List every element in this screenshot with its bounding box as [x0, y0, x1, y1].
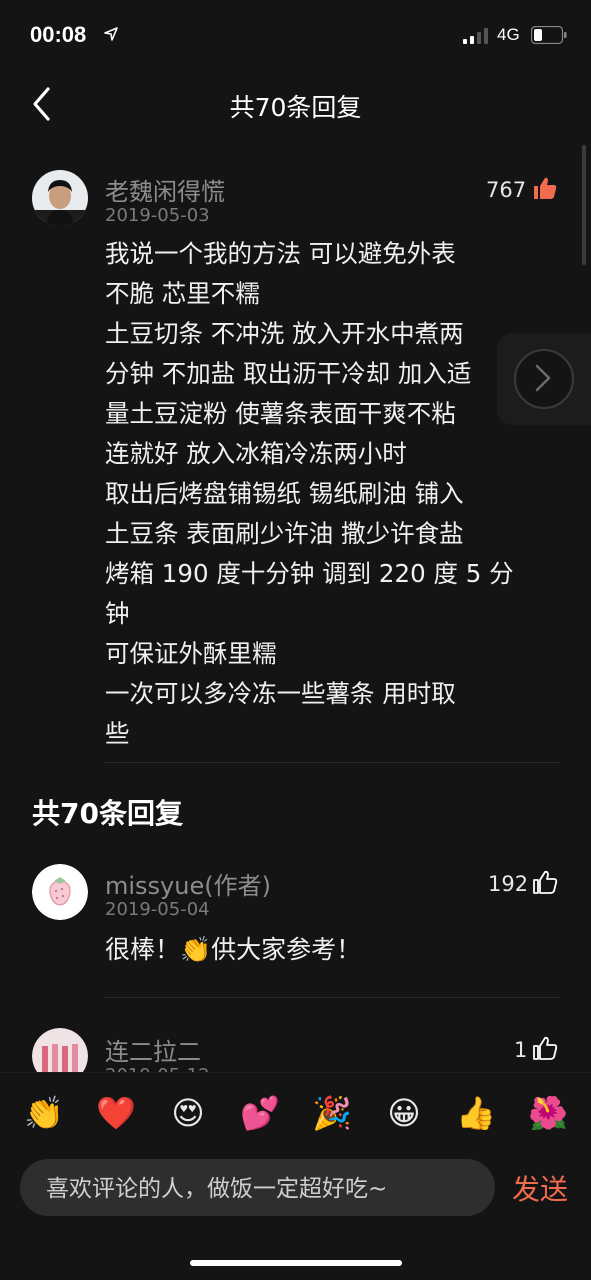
next-page-button[interactable]: [497, 333, 591, 425]
heart-eyes-emoji[interactable]: 😍: [165, 1090, 211, 1136]
signal-icon: [463, 28, 488, 44]
chevron-right-icon: [535, 364, 551, 392]
red-heart-emoji[interactable]: ❤️: [93, 1090, 139, 1136]
avatar[interactable]: [32, 170, 88, 226]
location-arrow-icon: [104, 27, 118, 41]
reply-date: 2019-05-04: [105, 899, 210, 920]
comment-input-container: [20, 1159, 495, 1218]
comment-input[interactable]: [44, 1159, 478, 1218]
comment-date: 2019-05-03: [105, 205, 210, 226]
send-button[interactable]: 发送: [512, 1168, 568, 1208]
thumbs-up-icon[interactable]: [532, 869, 558, 895]
like-count: 767: [486, 178, 527, 202]
reply-username[interactable]: 连二拉二: [105, 1032, 201, 1067]
like-count: 192: [488, 872, 529, 896]
grinning-face-emoji[interactable]: 😀: [381, 1090, 427, 1136]
replies-section-title: 共70条回复: [32, 797, 183, 830]
like-count: 1: [514, 1038, 528, 1062]
scrollbar[interactable]: [582, 145, 586, 265]
comment-username[interactable]: 老魏闲得慌: [105, 172, 225, 207]
comment-text: 我说一个我的方法 可以避免外表 不脆 芯里不糯 土豆切条 不冲洗 放入开水中煮两…: [105, 239, 514, 748]
hibiscus-emoji[interactable]: 🌺: [525, 1090, 571, 1136]
network-type: 4G: [497, 25, 520, 44]
emoji-bar: 👏 ❤️ 😍 💕 🎉 😀 👍 🌺: [0, 1072, 591, 1153]
battery-icon: [531, 26, 567, 44]
home-indicator[interactable]: [190, 1260, 402, 1266]
reply-username[interactable]: missyue(作者): [105, 866, 271, 901]
two-hearts-emoji[interactable]: 💕: [237, 1090, 283, 1136]
page-title: 共70条回复: [229, 93, 362, 122]
thumbs-up-icon[interactable]: [532, 1035, 558, 1061]
thumbs-up-filled-icon[interactable]: [532, 175, 558, 201]
divider: [105, 997, 560, 998]
clapping-hands-emoji[interactable]: 👏: [21, 1090, 67, 1136]
status-time: 00:08: [30, 22, 87, 47]
party-popper-emoji[interactable]: 🎉: [309, 1090, 355, 1136]
avatar[interactable]: [32, 864, 88, 920]
reply-text: 很棒！👏供大家参考！: [105, 935, 362, 964]
thumbs-up-emoji[interactable]: 👍: [453, 1090, 499, 1136]
divider: [105, 762, 560, 763]
